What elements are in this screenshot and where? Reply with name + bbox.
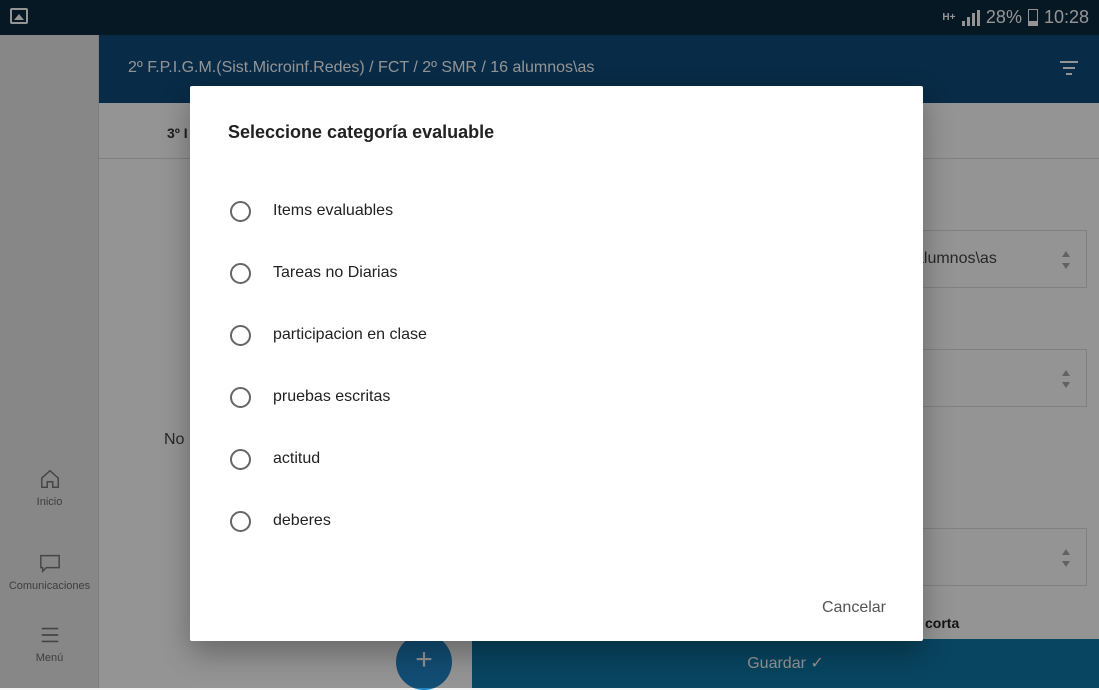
- radio-button[interactable]: [230, 510, 251, 532]
- category-option[interactable]: participacion en clase: [230, 320, 427, 350]
- radio-button[interactable]: [230, 324, 251, 346]
- category-option[interactable]: Items evaluables: [230, 196, 393, 226]
- category-option[interactable]: Tareas no Diarias: [230, 258, 398, 288]
- option-label: Tareas no Diarias: [273, 264, 398, 281]
- cancel-button[interactable]: Cancelar: [822, 599, 886, 617]
- option-label: pruebas escritas: [273, 388, 391, 405]
- category-option[interactable]: pruebas escritas: [230, 382, 390, 412]
- radio-button[interactable]: [230, 262, 251, 284]
- option-label: Items evaluables: [273, 202, 394, 219]
- option-label: actitud: [273, 450, 321, 467]
- radio-button[interactable]: [230, 448, 251, 470]
- category-option[interactable]: deberes: [230, 506, 331, 536]
- radio-button[interactable]: [230, 200, 251, 222]
- category-dialog: Seleccione categoría evaluable Items eva…: [190, 86, 923, 641]
- dialog-title: Seleccione categoría evaluable: [228, 122, 495, 142]
- radio-button[interactable]: [230, 386, 251, 408]
- option-label: participacion en clase: [273, 326, 427, 343]
- option-label: deberes: [273, 512, 331, 529]
- category-option[interactable]: actitud: [230, 444, 320, 474]
